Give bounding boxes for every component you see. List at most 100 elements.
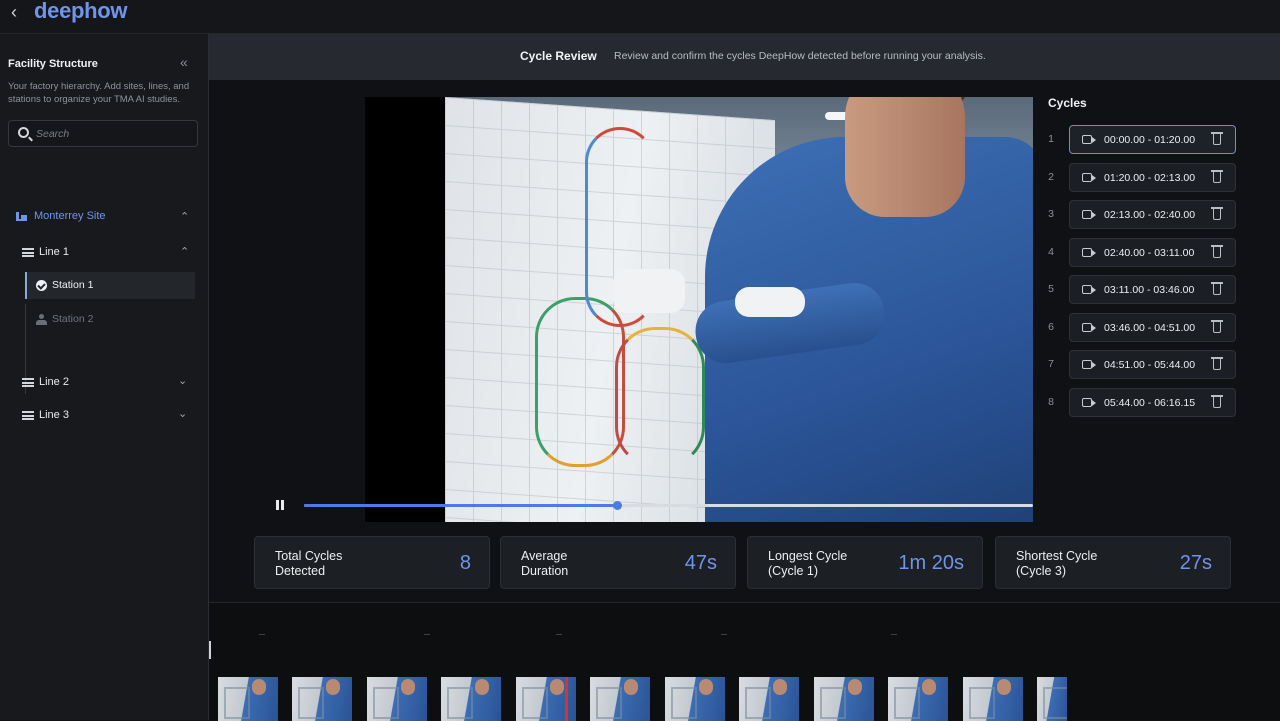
video-camera-icon [1082,285,1096,294]
timeline-tick [556,634,562,635]
cycle-chip[interactable]: 04:51.00 - 05:44.00 [1069,350,1236,379]
tree-site-monterrey[interactable]: Monterrey Site ⌃ [16,209,196,227]
stat-card-total-cycles: Total Cycles Detected 8 [254,536,490,589]
cycle-number: 7 [1048,358,1054,370]
timeline-thumbnail[interactable] [1037,677,1067,721]
video-frame [445,97,1033,522]
timeline-thumbnail[interactable] [814,677,874,721]
stat-value: 1m 20s [898,552,964,574]
glove [613,269,685,313]
search-input[interactable] [36,126,191,142]
station-label: Station 2 [52,313,94,325]
video-camera-icon [1082,248,1096,257]
line-icon [22,248,34,257]
cycle-chip[interactable]: 03:11.00 - 03:46.00 [1069,275,1236,304]
timeline-thumbnail[interactable] [739,677,799,721]
timeline-thumbnail[interactable] [888,677,948,721]
timeline[interactable] [209,602,1280,721]
stat-label: Average Duration [521,549,569,578]
line-label: Line 2 [39,376,69,388]
progress-fill [304,504,618,507]
video-camera-icon [1082,173,1096,182]
site-label: Monterrey Site [34,210,106,222]
stat-label: Longest Cycle (Cycle 1) [768,549,848,578]
timeline-thumbnail[interactable] [367,677,427,721]
timeline-thumbnail[interactable] [963,677,1023,721]
trash-icon[interactable] [1211,245,1223,258]
timeline-tick [891,634,897,635]
video-camera-icon [1082,360,1096,369]
page-header: Cycle Review Review and confirm the cycl… [209,34,1280,80]
cycle-chip[interactable]: 05:44.00 - 06:16.15 [1069,388,1236,417]
tree-station-2[interactable]: Station 2 [26,306,195,333]
sidebar-title: Facility Structure [8,58,98,70]
tree-line-3[interactable]: Line 3 ⌄ [22,407,196,425]
cycles-title: Cycles [1048,96,1087,110]
stat-card-longest-cycle: Longest Cycle (Cycle 1) 1m 20s [747,536,983,589]
timeline-thumbnail[interactable] [665,677,725,721]
facility-sidebar: Facility Structure « Your factory hierar… [0,34,209,720]
stat-label: Total Cycles Detected [275,549,343,578]
trash-icon[interactable] [1211,395,1223,408]
chevron-down-icon[interactable]: ⌄ [178,407,187,420]
timeline-tick [721,634,727,635]
tree-line-1[interactable]: Line 1 ⌃ [22,244,196,262]
cycle-chip[interactable]: 01:20.00 - 02:13.00 [1069,163,1236,192]
line-label: Line 3 [39,409,69,421]
trash-icon[interactable] [1211,320,1223,333]
timeline-thumbnail[interactable] [441,677,501,721]
collapse-sidebar-icon[interactable]: « [180,54,188,70]
trash-icon[interactable] [1211,132,1223,145]
cycle-range: 03:11.00 - 03:46.00 [1104,284,1195,296]
cycle-chip[interactable]: 00:00.00 - 01:20.00 [1069,125,1236,154]
search-box [8,120,198,147]
cycle-range: 04:51.00 - 05:44.00 [1104,359,1196,371]
factory-icon [16,212,27,221]
video-progress-bar[interactable] [304,501,1033,510]
trash-icon[interactable] [1211,170,1223,183]
wire-harness [615,327,705,467]
cycle-chip[interactable]: 02:40.00 - 03:11.00 [1069,238,1236,267]
person-icon [36,314,47,325]
trash-icon[interactable] [1211,207,1223,220]
video-player[interactable] [365,97,1033,522]
timeline-thumbnail[interactable] [590,677,650,721]
timeline-tick [424,634,430,635]
line-icon [22,411,34,420]
stat-value: 47s [684,552,717,574]
pause-icon[interactable] [276,500,284,510]
trash-icon[interactable] [1211,282,1223,295]
chevron-down-icon[interactable]: ⌄ [178,374,187,387]
line-label: Line 1 [39,246,69,258]
cycle-number: 1 [1048,133,1054,145]
cycle-number: 8 [1048,396,1054,408]
stat-label: Shortest Cycle (Cycle 3) [1016,549,1098,578]
chevron-up-icon[interactable]: ⌃ [180,210,189,223]
timeline-tick [259,634,265,635]
back-icon[interactable]: ‹ [11,2,17,23]
cycle-number: 4 [1048,246,1054,258]
cycle-chip[interactable]: 02:13.00 - 02:40.00 [1069,200,1236,229]
search-icon [18,127,29,138]
sidebar-description: Your factory hierarchy. Add sites, lines… [8,81,190,105]
chevron-up-icon[interactable]: ⌃ [180,245,189,258]
timeline-playhead[interactable] [565,677,568,721]
video-camera-icon [1082,323,1096,332]
cycle-range: 05:44.00 - 06:16.15 [1104,397,1196,409]
deephow-logo[interactable]: deephow [34,0,128,24]
cycle-range: 02:40.00 - 03:11.00 [1104,247,1195,259]
cycle-number: 3 [1048,208,1054,220]
timeline-thumbnail[interactable] [218,677,278,721]
cycle-range: 03:46.00 - 04:51.00 [1104,322,1196,334]
timeline-thumbnail[interactable] [292,677,352,721]
tree-station-1[interactable]: Station 1 [25,272,195,299]
cycle-chip[interactable]: 03:46.00 - 04:51.00 [1069,313,1236,342]
trash-icon[interactable] [1211,357,1223,370]
video-camera-icon [1082,135,1096,144]
cycle-range: 01:20.00 - 02:13.00 [1104,172,1196,184]
stat-value: 27s [1179,552,1212,574]
stat-card-shortest-cycle: Shortest Cycle (Cycle 3) 27s [995,536,1231,589]
tree-line-2[interactable]: Line 2 ⌄ [22,374,196,392]
stat-card-average-duration: Average Duration 47s [500,536,736,589]
video-camera-icon [1082,210,1096,219]
